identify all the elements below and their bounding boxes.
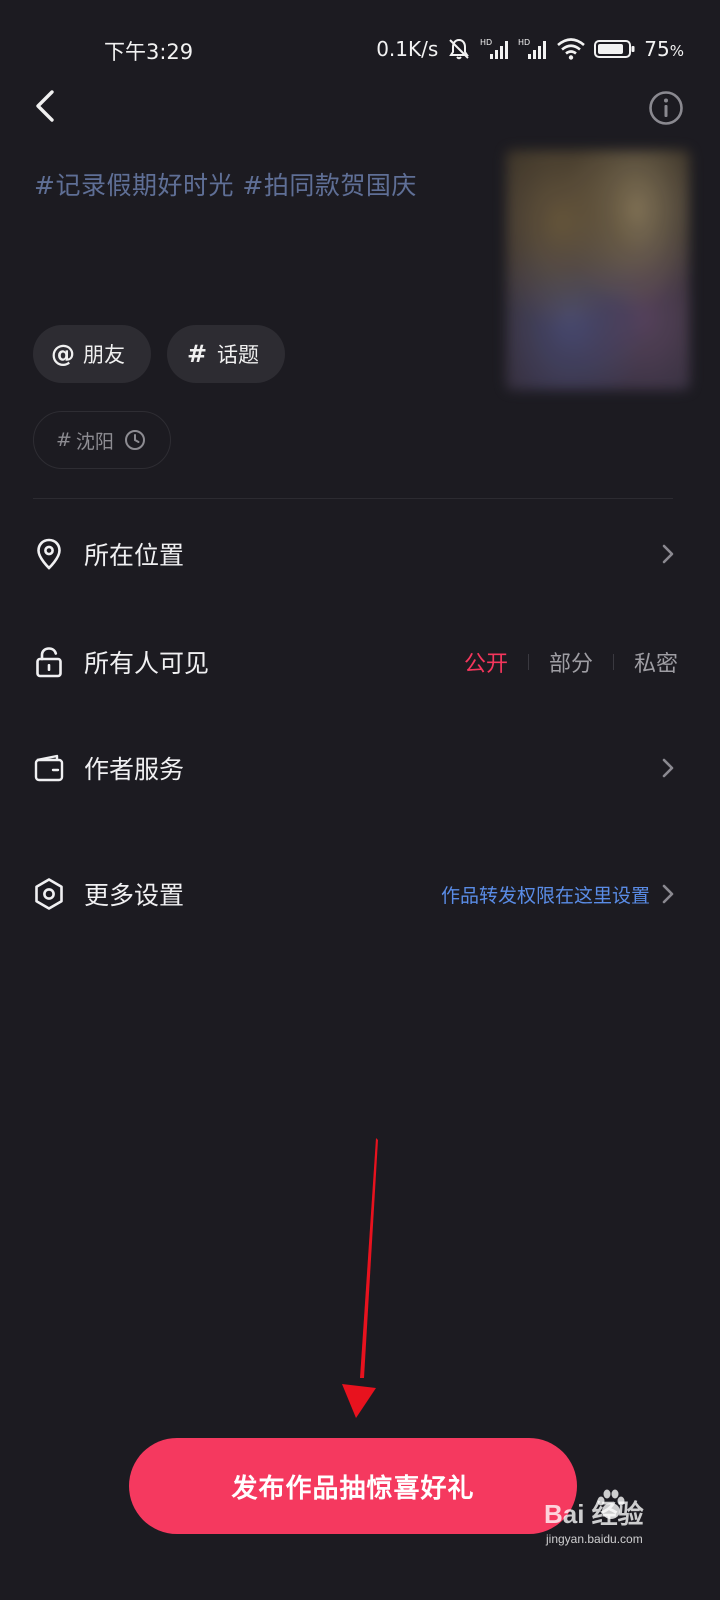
hd-signal-icon: HD: [518, 37, 548, 61]
caption-text[interactable]: #记录假期好时光 #拍同款贺国庆: [34, 166, 474, 202]
paw-logo-icon: [597, 1489, 625, 1519]
more-settings-row[interactable]: 更多设置 作品转发权限在这里设置: [0, 864, 720, 924]
back-button[interactable]: [28, 84, 68, 128]
author-service-label: 作者服务: [84, 755, 185, 784]
location-row[interactable]: 所在位置: [0, 524, 720, 584]
hexagon-settings-icon: [35, 878, 63, 910]
hd-signal-icon: HD: [480, 37, 510, 61]
battery-percent: 75%: [644, 37, 684, 61]
info-icon: [649, 91, 683, 125]
visibility-row: 所有人可见 公开 部分 私密: [0, 632, 720, 692]
location-tag-chip[interactable]: # 沈阳: [33, 411, 171, 469]
mute-bell-icon: [446, 36, 472, 62]
forward-permission-hint: 作品转发权限在这里设置: [440, 884, 650, 907]
divider: [33, 498, 673, 499]
svg-text:HD: HD: [518, 38, 530, 47]
visibility-options: 公开 部分 私密: [444, 646, 678, 678]
add-topic-chip[interactable]: # 话题: [167, 325, 285, 383]
chevron-left-icon: [36, 90, 54, 122]
publish-button[interactable]: 发布作品抽惊喜好礼: [129, 1438, 577, 1534]
watermark-url: jingyan.baidu.com: [546, 1532, 643, 1546]
location-tag-label: 沈阳: [75, 430, 114, 453]
chip-label: 朋友: [83, 343, 125, 367]
chevron-right-icon: [662, 884, 674, 904]
mention-friends-chip[interactable]: @ 朋友: [33, 325, 151, 383]
status-bar: 下午3:29 0.1K/s HD HD 75%: [0, 28, 720, 68]
visibility-option-private[interactable]: 私密: [614, 646, 678, 678]
svg-text:HD: HD: [480, 38, 492, 47]
wallet-icon: [34, 754, 64, 782]
visibility-option-partial[interactable]: 部分: [529, 646, 613, 678]
net-speed: 0.1K/s: [376, 37, 439, 61]
baidu-jingyan-watermark: Bai 经验 jingyan.baidu.com: [540, 1488, 710, 1558]
cover-thumbnail[interactable]: [506, 150, 690, 390]
chip-label: 话题: [217, 343, 259, 367]
more-settings-label: 更多设置: [84, 881, 185, 910]
chevron-right-icon: [662, 758, 674, 778]
annotation-arrow: [342, 1138, 378, 1418]
at-icon: @: [51, 340, 75, 368]
author-service-row[interactable]: 作者服务: [0, 738, 720, 798]
info-button[interactable]: [648, 90, 684, 126]
status-icons: 0.1K/s HD HD 75%: [376, 36, 684, 62]
visibility-option-public[interactable]: 公开: [444, 646, 528, 678]
unlock-icon: [36, 647, 62, 678]
location-pin-icon: [37, 538, 61, 570]
visibility-label: 所有人可见: [84, 649, 210, 678]
battery-icon: [594, 38, 636, 60]
clock-icon: [124, 429, 146, 451]
hash-icon: #: [186, 340, 208, 368]
status-time: 下午3:29: [104, 40, 194, 64]
wifi-icon: [556, 37, 586, 61]
hash-icon: #: [56, 429, 72, 451]
location-label: 所在位置: [84, 541, 185, 570]
chevron-right-icon: [662, 544, 674, 564]
